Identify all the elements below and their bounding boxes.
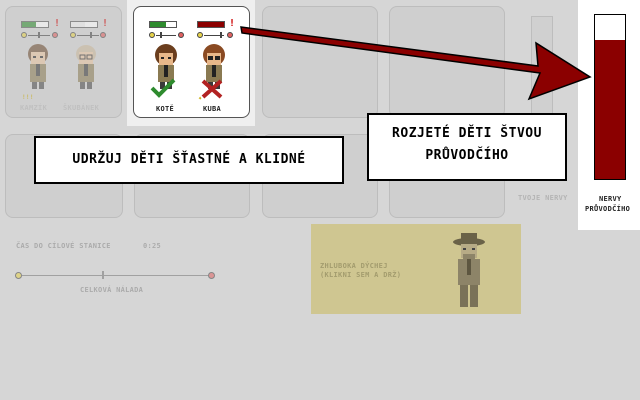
- arrow-icon: [240, 26, 592, 101]
- happy-face-icon: [15, 272, 22, 279]
- annoy-leader-callout: ROZJETÉ DĚTI ŠTVOU PRŮVODČÍHO: [367, 113, 567, 181]
- annoy-text-line1: ROZJETÉ DĚTI ŠTVOU: [392, 126, 542, 141]
- keep-calm-text: UDRŽUJ DĚTI ŠŤASTNÉ A KLIDNÉ: [72, 152, 306, 167]
- time-value: 0:25: [143, 242, 162, 250]
- breath-text-line2: (KLIKNI SEM A DRŽ): [320, 271, 402, 279]
- angry-face-icon: [208, 272, 215, 279]
- breath-text-line1: ZHLUBOKA DÝCHEJ: [320, 262, 388, 270]
- annoy-text-line2: PRŮVODČÍHO: [425, 148, 509, 163]
- time-label: ČAS DO CÍLOVÉ STANICE: [16, 242, 111, 250]
- mood-label: CELKOVÁ NÁLADA: [80, 286, 144, 294]
- overall-mood-knob: [102, 271, 104, 279]
- scout-leader-sprite: [453, 233, 485, 307]
- breath-button[interactable]: ZHLUBOKA DÝCHEJ (KLIKNI SEM A DRŽ): [311, 224, 521, 314]
- overall-mood-slider: [22, 275, 208, 276]
- keep-calm-callout: UDRŽUJ DĚTI ŠŤASTNÉ A KLIDNÉ: [34, 136, 344, 184]
